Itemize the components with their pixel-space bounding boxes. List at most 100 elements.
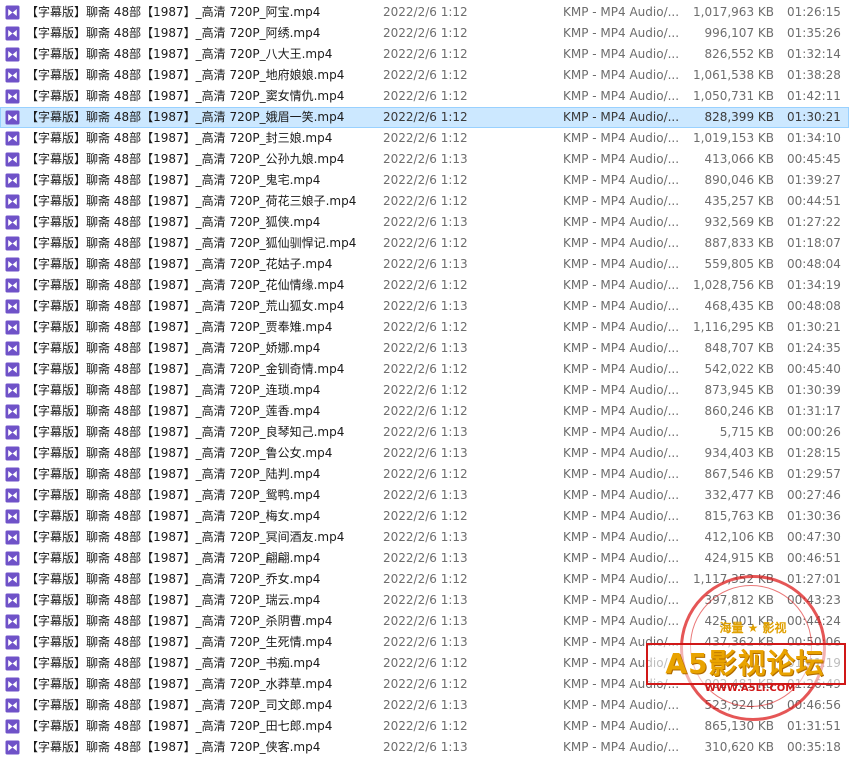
file-row[interactable]: 【字幕版】聊斋 48部【1987】_高清 720P_鲁公女.mp4 2022/2/… [0,443,849,464]
file-row[interactable]: 【字幕版】聊斋 48部【1987】_高清 720P_莲香.mp4 2022/2/6… [0,401,849,422]
file-row[interactable]: 【字幕版】聊斋 48部【1987】_高清 720P_鬼宅.mp4 2022/2/6… [0,170,849,191]
mp4-file-icon [5,383,20,398]
file-date-modified: 2022/2/6 1:13 [383,299,468,313]
file-row[interactable]: 【字幕版】聊斋 48部【1987】_高清 720P_鸳鸭.mp4 2022/2/6… [0,485,849,506]
file-row[interactable]: 【字幕版】聊斋 48部【1987】_高清 720P_荒山狐女.mp4 2022/2… [0,296,849,317]
file-row[interactable]: 【字幕版】聊斋 48部【1987】_高清 720P_荷花三娘子.mp4 2022/… [0,191,849,212]
mp4-file-icon [5,173,20,188]
file-type: KMP - MP4 Audio/... [563,383,680,397]
file-type: KMP - MP4 Audio/... [563,278,680,292]
file-name: 【字幕版】聊斋 48部【1987】_高清 720P_冥间酒友.mp4 [26,530,345,544]
file-length: 00:27:46 [787,488,841,502]
file-type: KMP - MP4 Audio/... [563,425,680,439]
file-type: KMP - MP4 Audio/... [563,173,680,187]
file-row[interactable]: 【字幕版】聊斋 48部【1987】_高清 720P_娥眉一笑.mp4 2022/2… [0,107,849,128]
file-size: 865,130 KB [704,719,774,733]
mp4-file-icon [5,698,20,713]
file-row[interactable]: 【字幕版】聊斋 48部【1987】_高清 720P_翩翩.mp4 2022/2/6… [0,548,849,569]
file-name: 【字幕版】聊斋 48部【1987】_高清 720P_八大王.mp4 [26,47,333,61]
file-length: 00:50:06 [787,635,841,649]
file-date-modified: 2022/2/6 1:13 [383,530,468,544]
file-date-modified: 2022/2/6 1:13 [383,446,468,460]
file-row[interactable]: 【字幕版】聊斋 48部【1987】_高清 720P_良琴知己.mp4 2022/2… [0,422,849,443]
file-row[interactable]: 【字幕版】聊斋 48部【1987】_高清 720P_生死情.mp4 2022/2/… [0,632,849,653]
file-type: KMP - MP4 Audio/... [563,299,680,313]
file-row[interactable]: 【字幕版】聊斋 48部【1987】_高清 720P_梅女.mp4 2022/2/6… [0,506,849,527]
file-length: 01:28:15 [787,446,841,460]
file-length: 01:41:19 [787,656,841,670]
file-row[interactable]: 【字幕版】聊斋 48部【1987】_高清 720P_八大王.mp4 2022/2/… [0,44,849,65]
file-row[interactable]: 【字幕版】聊斋 48部【1987】_高清 720P_杀阴曹.mp4 2022/2/… [0,611,849,632]
file-length: 01:26:15 [787,5,841,19]
file-type: KMP - MP4 Audio/... [563,656,680,670]
file-type: KMP - MP4 Audio/... [563,68,680,82]
mp4-file-icon [5,677,20,692]
file-size: 815,763 KB [704,509,774,523]
file-date-modified: 2022/2/6 1:12 [383,383,468,397]
file-date-modified: 2022/2/6 1:12 [383,5,468,19]
file-length: 00:43:23 [787,593,841,607]
file-type: KMP - MP4 Audio/... [563,47,680,61]
file-row[interactable]: 【字幕版】聊斋 48部【1987】_高清 720P_狐侠.mp4 2022/2/6… [0,212,849,233]
file-name: 【字幕版】聊斋 48部【1987】_高清 720P_梅女.mp4 [26,509,321,523]
file-name: 【字幕版】聊斋 48部【1987】_高清 720P_地府娘娘.mp4 [26,68,345,82]
mp4-file-icon [5,740,20,755]
file-name: 【字幕版】聊斋 48部【1987】_高清 720P_莲香.mp4 [26,404,321,418]
file-row[interactable]: 【字幕版】聊斋 48部【1987】_高清 720P_狐仙驯悍记.mp4 2022/… [0,233,849,254]
file-row[interactable]: 【字幕版】聊斋 48部【1987】_高清 720P_书痴.mp4 2022/2/6… [0,653,849,674]
file-length: 00:35:18 [787,740,841,754]
file-row[interactable]: 【字幕版】聊斋 48部【1987】_高清 720P_公孙九娘.mp4 2022/2… [0,149,849,170]
file-row[interactable]: 【字幕版】聊斋 48部【1987】_高清 720P_贾奉雉.mp4 2022/2/… [0,317,849,338]
file-length: 00:48:04 [787,257,841,271]
file-type: KMP - MP4 Audio/... [563,215,680,229]
file-row[interactable]: 【字幕版】聊斋 48部【1987】_高清 720P_娇娜.mp4 2022/2/6… [0,338,849,359]
mp4-file-icon [5,5,20,20]
file-date-modified: 2022/2/6 1:12 [383,110,468,124]
file-row[interactable]: 【字幕版】聊斋 48部【1987】_高清 720P_司文郎.mp4 2022/2/… [0,695,849,716]
file-type: KMP - MP4 Audio/... [563,530,680,544]
file-row[interactable]: 【字幕版】聊斋 48部【1987】_高清 720P_侠客.mp4 2022/2/6… [0,737,849,758]
file-size: 867,546 KB [704,467,774,481]
mp4-file-icon [5,236,20,251]
mp4-file-icon [5,719,20,734]
mp4-file-icon [5,131,20,146]
file-row[interactable]: 【字幕版】聊斋 48部【1987】_高清 720P_陆判.mp4 2022/2/6… [0,464,849,485]
file-length: 01:32:14 [787,47,841,61]
file-length: 01:38:28 [787,68,841,82]
mp4-file-icon [5,593,20,608]
file-row[interactable]: 【字幕版】聊斋 48部【1987】_高清 720P_窦女情仇.mp4 2022/2… [0,86,849,107]
file-row[interactable]: 【字幕版】聊斋 48部【1987】_高清 720P_金钏奇情.mp4 2022/2… [0,359,849,380]
file-row[interactable]: 【字幕版】聊斋 48部【1987】_高清 720P_阿绣.mp4 2022/2/6… [0,23,849,44]
file-name: 【字幕版】聊斋 48部【1987】_高清 720P_乔女.mp4 [26,572,321,586]
file-name: 【字幕版】聊斋 48部【1987】_高清 720P_阿绣.mp4 [26,26,321,40]
file-row[interactable]: 【字幕版】聊斋 48部【1987】_高清 720P_连琐.mp4 2022/2/6… [0,380,849,401]
mp4-file-icon [5,551,20,566]
file-row[interactable]: 【字幕版】聊斋 48部【1987】_高清 720P_乔女.mp4 2022/2/6… [0,569,849,590]
file-row[interactable]: 【字幕版】聊斋 48部【1987】_高清 720P_田七郎.mp4 2022/2/… [0,716,849,737]
file-row[interactable]: 【字幕版】聊斋 48部【1987】_高清 720P_花仙情缘.mp4 2022/2… [0,275,849,296]
file-type: KMP - MP4 Audio/... [563,26,680,40]
file-type: KMP - MP4 Audio/... [563,89,680,103]
file-row[interactable]: 【字幕版】聊斋 48部【1987】_高清 720P_瑞云.mp4 2022/2/6… [0,590,849,611]
file-length: 00:44:24 [787,614,841,628]
file-length: 01:27:01 [787,572,841,586]
file-type: KMP - MP4 Audio/... [563,677,680,691]
file-size: 932,569 KB [704,215,774,229]
file-row[interactable]: 【字幕版】聊斋 48部【1987】_高清 720P_水莽草.mp4 2022/2/… [0,674,849,695]
file-date-modified: 2022/2/6 1:12 [383,131,468,145]
file-name: 【字幕版】聊斋 48部【1987】_高清 720P_翩翩.mp4 [26,551,321,565]
file-row[interactable]: 【字幕版】聊斋 48部【1987】_高清 720P_花姑子.mp4 2022/2/… [0,254,849,275]
file-row[interactable]: 【字幕版】聊斋 48部【1987】_高清 720P_地府娘娘.mp4 2022/2… [0,65,849,86]
file-length: 01:24:35 [787,341,841,355]
mp4-file-icon [5,509,20,524]
file-type: KMP - MP4 Audio/... [563,698,680,712]
file-row[interactable]: 【字幕版】聊斋 48部【1987】_高清 720P_阿宝.mp4 2022/2/6… [0,2,849,23]
file-date-modified: 2022/2/6 1:12 [383,572,468,586]
file-length: 01:34:10 [787,131,841,145]
file-length: 01:30:21 [787,110,841,124]
file-row[interactable]: 【字幕版】聊斋 48部【1987】_高清 720P_封三娘.mp4 2022/2/… [0,128,849,149]
file-length: 00:00:26 [787,425,841,439]
file-size: 860,246 KB [704,404,774,418]
file-name: 【字幕版】聊斋 48部【1987】_高清 720P_良琴知己.mp4 [26,425,345,439]
file-row[interactable]: 【字幕版】聊斋 48部【1987】_高清 720P_冥间酒友.mp4 2022/2… [0,527,849,548]
